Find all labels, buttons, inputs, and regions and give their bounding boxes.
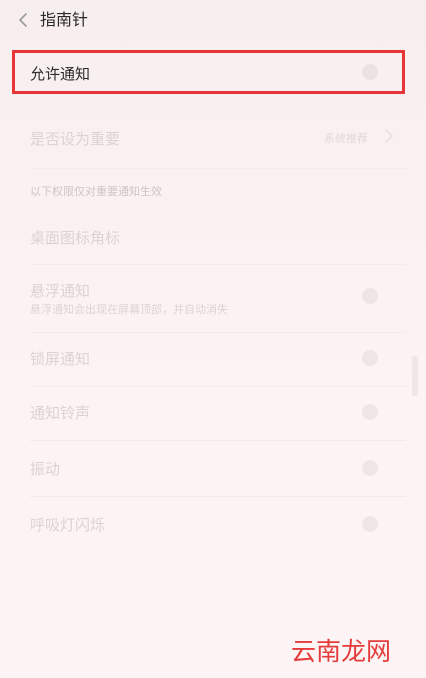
row-label-set-important: 是否设为重要 bbox=[30, 130, 121, 148]
watermark-logo: 云南龙网 bbox=[291, 637, 392, 666]
divider bbox=[30, 386, 406, 387]
row-sub-floating: 悬浮通知会出现在屏幕顶部，并自动消失 bbox=[30, 303, 228, 316]
row-breathing-light[interactable]: 呼吸灯闪烁 bbox=[0, 506, 426, 542]
floating-toggle[interactable] bbox=[362, 288, 378, 304]
vibration-toggle[interactable] bbox=[362, 460, 378, 476]
lockscreen-toggle[interactable] bbox=[362, 350, 378, 366]
highlight-box bbox=[12, 50, 405, 94]
page-title: 指南针 bbox=[40, 10, 89, 29]
row-desktop-badge[interactable]: 桌面图标角标 bbox=[0, 220, 426, 254]
divider bbox=[30, 168, 406, 169]
scroll-indicator bbox=[412, 356, 418, 396]
divider bbox=[30, 264, 406, 265]
chevron-right-icon bbox=[385, 129, 393, 143]
header-bar: 指南针 bbox=[0, 0, 426, 42]
set-important-value: 系统推荐 bbox=[324, 132, 368, 145]
breathing-light-toggle[interactable] bbox=[362, 516, 378, 532]
ringtone-toggle[interactable] bbox=[362, 404, 378, 420]
divider bbox=[30, 496, 406, 497]
row-label-lockscreen: 锁屏通知 bbox=[30, 350, 91, 368]
row-ringtone[interactable]: 通知铃声 bbox=[0, 394, 426, 430]
row-floating-notification[interactable]: 悬浮通知 悬浮通知会出现在屏幕顶部，并自动消失 bbox=[0, 272, 426, 322]
section-note: 以下权限仅对重要通知生效 bbox=[30, 185, 162, 198]
divider bbox=[30, 440, 406, 441]
row-vibration[interactable]: 振动 bbox=[0, 450, 426, 486]
row-lockscreen[interactable]: 锁屏通知 bbox=[0, 340, 426, 376]
row-label-breathing-light: 呼吸灯闪烁 bbox=[30, 516, 106, 534]
back-button[interactable] bbox=[12, 9, 34, 31]
row-label-floating: 悬浮通知 bbox=[30, 282, 91, 300]
divider bbox=[30, 332, 406, 333]
row-label-ringtone: 通知铃声 bbox=[30, 404, 91, 422]
row-label-desktop-badge: 桌面图标角标 bbox=[30, 229, 121, 247]
chevron-left-icon bbox=[19, 13, 27, 27]
row-label-vibration: 振动 bbox=[30, 460, 61, 478]
